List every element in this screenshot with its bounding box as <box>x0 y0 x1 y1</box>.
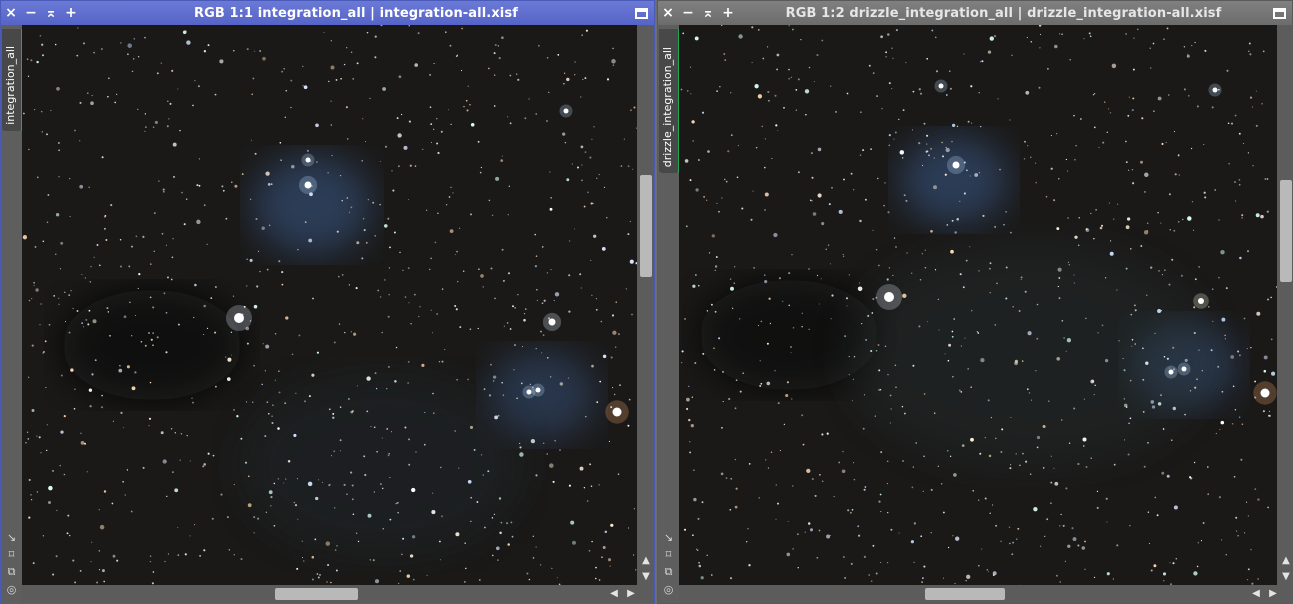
crop-icon[interactable]: ⌑ <box>5 548 18 561</box>
vertical-scroll-thumb[interactable] <box>640 175 652 277</box>
scroll-left-arrow-icon[interactable]: ◀ <box>607 588 621 599</box>
image-viewport[interactable] <box>22 25 637 587</box>
plus-icon[interactable]: + <box>718 1 738 25</box>
scroll-down-arrow-icon[interactable]: ▼ <box>1279 571 1293 582</box>
title-bar[interactable]: × − ⌅ + RGB 1:2 drizzle_integration_all … <box>658 1 1292 25</box>
vertical-scrollbar[interactable]: ▲ ▼ <box>638 25 654 587</box>
close-icon[interactable]: × <box>1 1 21 25</box>
minimize-icon[interactable]: − <box>678 1 698 25</box>
scroll-right-arrow-icon[interactable]: ▶ <box>1266 588 1280 599</box>
image-window-drizzle-integration-all[interactable]: × − ⌅ + RGB 1:2 drizzle_integration_all … <box>657 0 1293 604</box>
star-field-image <box>679 25 1277 587</box>
horizontal-scrollbar[interactable]: ◀ ▶ <box>679 585 1293 603</box>
star-field-image <box>22 25 637 587</box>
horizontal-scroll-thumb[interactable] <box>925 588 1005 600</box>
plus-icon[interactable]: + <box>61 1 81 25</box>
view-tab-integration-all[interactable]: integration_all <box>2 29 23 131</box>
scroll-up-arrow-icon[interactable]: ▲ <box>1279 555 1293 566</box>
close-icon[interactable]: × <box>658 1 678 25</box>
crop-icon[interactable]: ⌑ <box>662 548 675 561</box>
zoom-fit-icon[interactable]: ↘ <box>662 531 675 544</box>
view-tab-label: integration_all <box>4 46 17 125</box>
scroll-right-arrow-icon[interactable]: ▶ <box>624 588 638 599</box>
left-toolstrip: drizzle_integration_all ↘ ⌑ ⧉ ◎ <box>658 25 680 603</box>
title-bar[interactable]: × − ⌅ + RGB 1:1 integration_all | integr… <box>1 1 654 25</box>
scroll-down-arrow-icon[interactable]: ▼ <box>639 571 653 582</box>
maximize-icon[interactable] <box>1273 7 1286 19</box>
shade-icon[interactable]: ⌅ <box>698 1 718 25</box>
window-title: RGB 1:2 drizzle_integration_all | drizzl… <box>785 5 1222 21</box>
target-icon[interactable]: ◎ <box>5 583 18 596</box>
vertical-scrollbar[interactable]: ▲ ▼ <box>1278 25 1293 587</box>
scroll-left-arrow-icon[interactable]: ◀ <box>1249 588 1263 599</box>
maximize-icon[interactable] <box>635 7 648 19</box>
shade-icon[interactable]: ⌅ <box>41 1 61 25</box>
image-window-integration-all[interactable]: × − ⌅ + RGB 1:1 integration_all | integr… <box>0 0 655 604</box>
view-tab-drizzle-integration-all[interactable]: drizzle_integration_all <box>659 29 680 173</box>
clone-icon[interactable]: ⧉ <box>662 565 675 578</box>
target-icon[interactable]: ◎ <box>662 583 675 596</box>
window-title: RGB 1:1 integration_all | integration-al… <box>194 5 518 21</box>
view-tab-label: drizzle_integration_all <box>661 46 674 167</box>
horizontal-scroll-thumb[interactable] <box>275 588 358 600</box>
left-toolstrip: integration_all ↘ ⌑ ⧉ ◎ <box>1 25 23 603</box>
minimize-icon[interactable]: − <box>21 1 41 25</box>
zoom-fit-icon[interactable]: ↘ <box>5 531 18 544</box>
image-viewport[interactable] <box>679 25 1277 587</box>
clone-icon[interactable]: ⧉ <box>5 565 18 578</box>
horizontal-scrollbar[interactable]: ◀ ▶ <box>22 585 654 603</box>
scroll-up-arrow-icon[interactable]: ▲ <box>639 555 653 566</box>
vertical-scroll-thumb[interactable] <box>1280 180 1292 282</box>
